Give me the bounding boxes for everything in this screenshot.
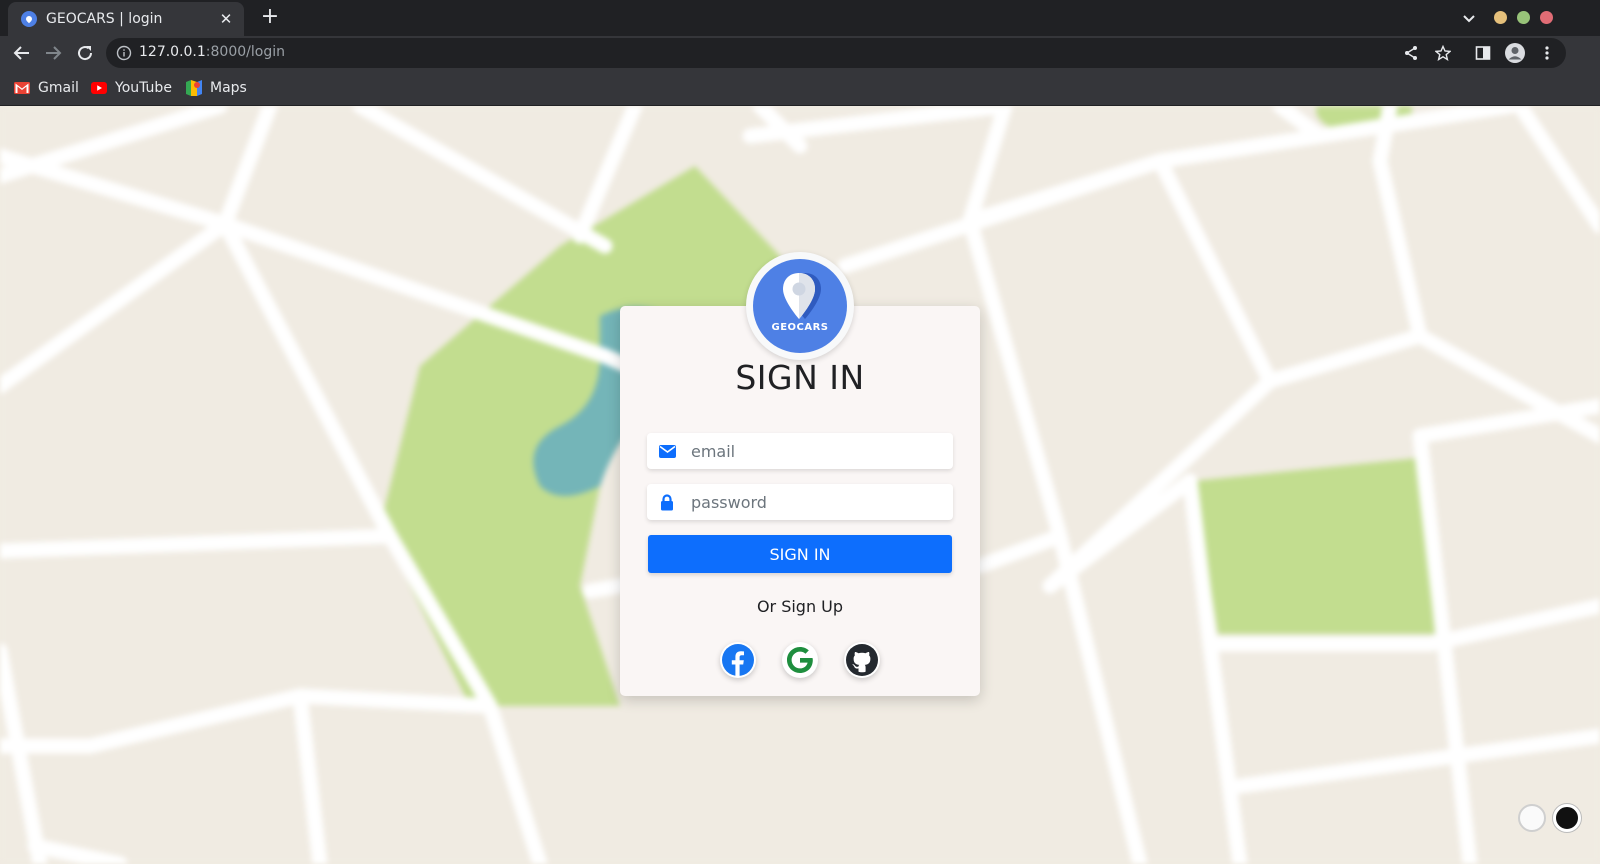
google-signup-button[interactable] [782, 642, 818, 678]
envelope-icon [658, 442, 676, 460]
geocars-favicon-icon [21, 11, 37, 27]
bookmark-star-icon[interactable] [1435, 45, 1451, 61]
bookmark-label: Gmail [38, 80, 79, 96]
light-theme-button[interactable] [1518, 804, 1546, 832]
facebook-signup-button[interactable] [720, 642, 756, 678]
sign-in-button[interactable]: SIGN IN [648, 535, 952, 573]
browser-toolbar: 127.0.0.1:8000/login [0, 36, 1600, 70]
lock-icon [658, 493, 676, 511]
maximize-window-button[interactable] [1517, 11, 1530, 24]
back-button[interactable] [10, 41, 34, 65]
browser-tab[interactable]: GEOCARS | login ✕ [8, 2, 244, 36]
maps-icon [186, 80, 202, 96]
close-window-button[interactable] [1540, 11, 1553, 24]
avatar-icon [1505, 43, 1525, 63]
facebook-icon [722, 644, 754, 676]
email-field[interactable] [647, 433, 953, 469]
password-input[interactable] [691, 492, 941, 512]
github-signup-button[interactable] [844, 642, 880, 678]
map-pin-icon [783, 273, 821, 319]
new-tab-button[interactable]: + [258, 6, 282, 30]
bookmark-label: Maps [210, 80, 247, 96]
bookmark-youtube[interactable]: YouTube [91, 78, 172, 98]
tab-strip: GEOCARS | login ✕ + [0, 0, 1600, 36]
site-info-icon[interactable] [116, 45, 132, 61]
url-path: :8000/login [205, 44, 285, 60]
bookmarks-bar: Gmail YouTube Maps [0, 70, 1600, 106]
side-panel-button[interactable] [1471, 41, 1495, 65]
logo-text: GEOCARS [771, 322, 829, 333]
tab-title: GEOCARS | login [46, 11, 163, 27]
back-arrow-icon [13, 46, 29, 60]
gmail-icon [14, 80, 30, 96]
address-bar[interactable]: 127.0.0.1:8000/login [106, 38, 1566, 68]
minimize-window-button[interactable] [1494, 11, 1507, 24]
reload-icon [78, 46, 93, 61]
youtube-icon [91, 80, 107, 96]
page-viewport: GEOCARS SIGN IN SIGN IN Or Sign Up [0, 106, 1600, 864]
kebab-menu-icon [1545, 46, 1549, 60]
password-field[interactable] [647, 484, 953, 520]
profile-button[interactable] [1503, 41, 1527, 65]
forward-button[interactable] [41, 41, 65, 65]
google-icon [787, 647, 813, 673]
reload-button[interactable] [73, 41, 97, 65]
bookmark-label: YouTube [115, 80, 172, 96]
url-text[interactable]: 127.0.0.1:8000/login [139, 44, 285, 60]
bookmark-gmail[interactable]: Gmail [14, 78, 79, 98]
logo-ring: GEOCARS [746, 252, 854, 360]
tab-close-icon[interactable]: ✕ [218, 10, 234, 28]
geocars-logo: GEOCARS [753, 259, 847, 353]
url-host: 127.0.0.1 [139, 44, 206, 60]
browser-menu-button[interactable] [1535, 41, 1559, 65]
share-icon[interactable] [1403, 45, 1419, 61]
page-title: SIGN IN [735, 358, 865, 397]
email-input[interactable] [691, 441, 941, 461]
forward-arrow-icon [46, 46, 62, 60]
or-sign-up-text: Or Sign Up [756, 597, 844, 616]
side-panel-icon [1475, 46, 1491, 60]
dark-theme-button[interactable] [1553, 804, 1581, 832]
bookmark-maps[interactable]: Maps [186, 78, 247, 98]
github-icon [846, 644, 878, 676]
tab-search-chevron-icon[interactable] [1459, 8, 1479, 28]
